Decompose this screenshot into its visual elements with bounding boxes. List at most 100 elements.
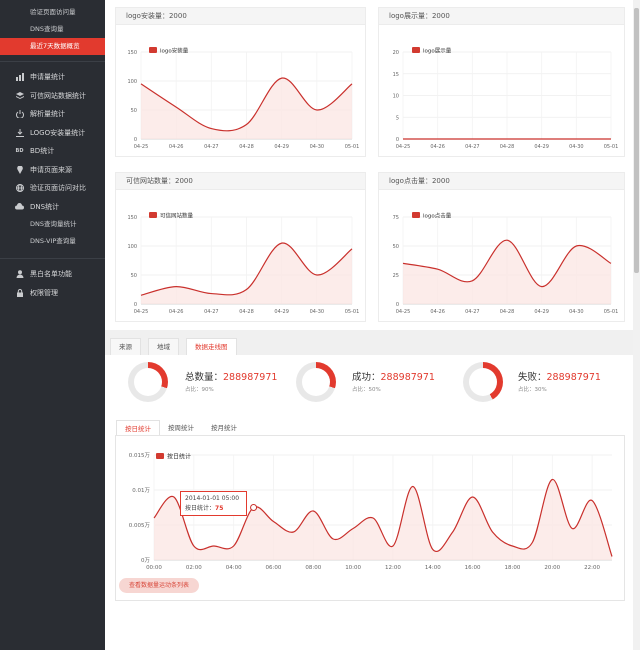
chart-card-logo-install: logo安装量：2000 0 50 100 150 04-25 04-26 04-27 04-… [115,7,366,157]
sidebar-item-compare[interactable]: 验证页面访问对比 [0,179,105,198]
donut-success [296,362,336,402]
x-tick-label: 04-28 [239,309,254,315]
trusted-sites-chart: 0 50 100 150 04-25 04-26 04-27 04-28 04-29 04-30 0… [127,212,360,316]
legend-label: logo展示量 [423,48,452,55]
location-pin-icon [15,165,24,174]
sidebar-item-label: 申请量统计 [30,73,65,81]
sidebar-item-label: 黑白名单功能 [30,270,72,278]
tooltip-value: 75 [215,505,224,512]
x-tick-label: 22:00 [584,565,600,571]
stat-percent: 占比：50% [352,387,381,393]
power-icon [15,110,24,119]
stat-label-text: 失败： [518,372,547,383]
y-tick-label: 20 [393,50,399,56]
download-icon [15,128,24,137]
logo-clicks-chart: 0 25 50 75 04-25 04-26 04-27 04-28 04-29 04-30 05-… [393,212,619,316]
x-tick-label: 04-27 [204,144,219,150]
sidebar-item-label: BD统计 [30,147,55,155]
chart-card-logo-clicks: logo点击量：2000 0 25 50 75 04-25 04-26 04-27 04-28… [378,172,625,322]
sidebar-item-label: DNS统计 [30,202,60,211]
legend-swatch [156,453,164,459]
sidebar-item-label: 验证页面访问对比 [30,184,86,192]
tab-region[interactable]: 地域 [148,338,179,355]
sidebar-item-trusted-sites[interactable]: 可信网站数据统计 [0,87,105,106]
card-title: logo安装量：2000 [116,8,365,25]
x-tick-label: 04-29 [534,144,549,150]
sidebar-item-dns[interactable]: DNS统计 [0,198,105,217]
sidebar-item-label: 权限管理 [30,288,58,297]
y-tick-label: 5 [396,115,399,121]
x-tick-label: 04-28 [500,144,515,150]
x-tick-label: 04-25 [134,309,149,315]
sidebar-subitem-dns-query-stats[interactable]: DNS查询量统计 [0,216,105,233]
tooltip-marker [250,504,258,511]
x-tick-label: 06:00 [266,565,282,571]
legend-swatch [412,212,420,218]
y-tick-label: 0 [396,302,399,308]
sidebar-item-bd[interactable]: BD BD统计 [0,142,105,161]
sidebar-subitem-dns-vip[interactable]: DNS-VIP查询量 [0,233,105,250]
y-tick-label: 0.01万 [132,487,150,494]
stat-value: 288987971 [380,372,435,383]
sidebar-item-permissions[interactable]: 权限管理 [0,284,105,303]
tab-source[interactable]: 来源 [110,338,141,355]
legend-swatch [412,47,420,53]
sidebar-subitem-last-7-days[interactable]: 最近7天数据概览 [0,38,105,55]
globe-icon [15,184,24,193]
sidebar-item-logo-install[interactable]: LOGO安装量统计 [0,124,105,143]
x-tick-label: 05-01 [604,144,619,150]
legend-label: 按日统计 [167,453,191,461]
donut-failure [463,362,503,402]
x-tick-label: 04-30 [569,309,584,315]
page-scrollbar[interactable] [633,0,640,650]
daily-trend-card: 0万 0.005万 0.01万 0.015万 00:00 02:00 04:00 06:00 0… [115,435,625,601]
stat-percent: 占比：30% [518,387,547,393]
view-data-list-button[interactable]: 查看数据量运动条列表 [119,578,199,593]
sidebar-item-resolution[interactable]: 解析量统计 [0,105,105,124]
sidebar-item-label: 申请页面来源 [30,165,72,174]
series-area [403,240,611,304]
subtab-weekly[interactable]: 按周统计 [160,420,202,436]
sidebar-subitem-page-visits[interactable]: 验证页面访问量 [0,4,105,21]
donut-total [128,362,168,402]
x-tick-label: 04-30 [569,144,584,150]
y-tick-label: 100 [127,79,137,85]
sidebar-divider [0,258,105,259]
y-tick-label: 0 [134,302,137,308]
x-tick-label: 04-29 [534,309,549,315]
sidebar-item-label: 解析量统计 [30,110,65,118]
tab-trend-chart[interactable]: 数据走线图 [186,338,237,355]
sidebar-item-source[interactable]: 申请页面来源 [0,161,105,180]
x-tick-label: 04-26 [430,309,445,315]
y-tick-label: 0.005万 [129,522,151,529]
y-tick-label: 100 [127,244,137,250]
x-tick-label: 04-29 [274,144,289,150]
sidebar-item-blacklist[interactable]: 黑白名单功能 [0,265,105,284]
sidebar-item-applications[interactable]: 申请量统计 [0,68,105,87]
x-tick-label: 05-01 [345,309,360,315]
y-tick-label: 50 [393,244,399,250]
card-title: logo点击量：2000 [379,173,624,190]
sidebar-item-label: 可信网站数据统计 [30,91,86,100]
y-tick-label: 0万 [141,557,150,564]
x-tick-label: 04-25 [396,309,411,315]
chart-card-trusted-sites: 可信网站数量：2000 0 50 100 150 04-25 04-26 04-27 04-2… [115,172,366,322]
x-tick-label: 04-26 [169,144,184,150]
y-tick-label: 25 [393,273,399,279]
y-tick-label: 50 [131,108,137,114]
x-tick-label: 18:00 [505,565,521,571]
sidebar: 验证页面访问量 DNS查询量 最近7天数据概览 申请量统计 可信网站数据统计 解… [0,0,105,650]
tooltip-value-row: 按日统计：75 [185,504,242,514]
scrollbar-thumb[interactable] [634,8,639,273]
subtab-monthly[interactable]: 按月统计 [203,420,245,436]
x-tick-label: 04-30 [310,309,325,315]
stat-value: 288987971 [546,372,601,383]
legend-swatch [149,47,157,53]
y-tick-label: 10 [393,94,399,100]
tooltip-label: 按日统计： [185,505,216,512]
x-tick-label: 04-26 [430,144,445,150]
sidebar-subitem-dns-query[interactable]: DNS查询量 [0,21,105,38]
x-tick-label: 16:00 [465,565,481,571]
subtab-daily[interactable]: 按日统计 [116,420,160,436]
lock-icon [15,288,24,297]
